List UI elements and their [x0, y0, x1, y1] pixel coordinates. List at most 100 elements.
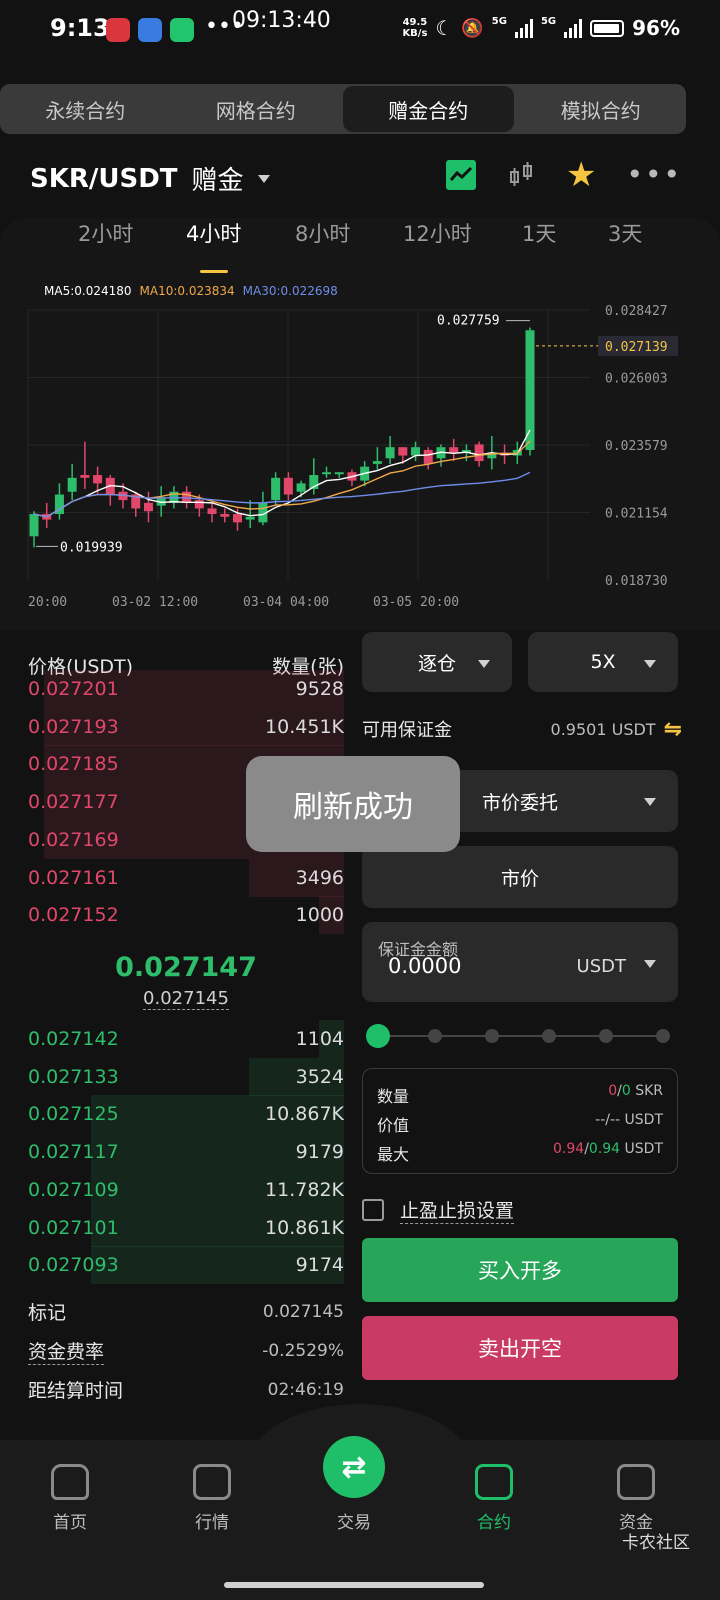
status-clock: 09:13:40 — [232, 8, 331, 33]
price-mode-field[interactable]: 市价 — [362, 846, 678, 908]
ask-row[interactable]: 0.027201 9528 — [28, 670, 344, 708]
tab-perpetual[interactable]: 永续合约 — [0, 84, 171, 134]
signal-icon — [564, 18, 583, 38]
candle-body — [271, 477, 281, 501]
more-icon[interactable]: ••• — [626, 160, 682, 190]
candle-body — [449, 447, 459, 453]
mark-price: 0.027145 — [143, 988, 229, 1010]
bid-row[interactable]: 0.027125 10.867K — [28, 1095, 344, 1134]
y-tick-label: 0.027139 — [605, 340, 668, 355]
nav-contract[interactable]: 合约 — [454, 1464, 534, 1533]
margin-unit[interactable]: USDT — [577, 956, 626, 977]
slider-step[interactable] — [599, 1029, 613, 1043]
candle-body — [525, 330, 535, 450]
pair-tag: 赠金 — [191, 166, 244, 196]
candle-body — [80, 475, 90, 478]
candle-body — [207, 508, 217, 515]
star-icon[interactable]: ★ — [566, 158, 596, 192]
candle-body — [385, 447, 395, 459]
orderbook-price: 0.027125 — [28, 1103, 119, 1126]
y-tick-label: 0.021154 — [605, 507, 668, 522]
orderbook-qty: 1000 — [295, 904, 344, 927]
candle-body — [474, 444, 484, 462]
trade-swap-icon[interactable]: ⇄ — [323, 1436, 385, 1498]
signal-icon — [514, 18, 533, 38]
bid-row[interactable]: 0.027093 9174 — [28, 1246, 344, 1285]
sell-short-button[interactable]: 卖出开空 — [362, 1316, 678, 1380]
candle-body — [245, 516, 255, 520]
candlestick-chart[interactable]: 0.028427 0.027139 0.026003 0.023579 0.021154… — [0, 218, 720, 630]
margin-amount-value[interactable]: 0.0000 — [388, 954, 461, 978]
bid-row[interactable]: 0.027101 10.861K — [28, 1208, 344, 1247]
candle-body — [322, 472, 332, 475]
candlestick-icon[interactable] — [506, 160, 536, 190]
app-notification-icon — [106, 18, 130, 42]
network-label: 5G — [540, 15, 557, 27]
candle-body — [283, 477, 293, 495]
slider-step[interactable] — [656, 1029, 670, 1043]
candle-body — [411, 447, 421, 456]
orderbook-price: 0.027101 — [28, 1216, 119, 1239]
bid-row[interactable]: 0.027109 11.782K — [28, 1170, 344, 1209]
ask-row[interactable]: 0.027193 10.451K — [28, 707, 344, 746]
orderbook-price: 0.027177 — [28, 791, 119, 814]
ma5-line — [33, 429, 531, 518]
tpsl-checkbox[interactable] — [362, 1199, 384, 1221]
margin-mode-select[interactable]: 逐仓 — [362, 632, 512, 692]
pair-selector[interactable]: SKR/USDT 赠金 — [30, 160, 270, 197]
nav-assets[interactable]: 资金 — [596, 1464, 676, 1533]
ask-row[interactable]: 0.027152 1000 — [28, 896, 344, 935]
order-stats: 数量 0/0 SKR 价值 --/-- USDT 最大 0.94/0.94 US… — [362, 1068, 678, 1174]
network-speed: 49.5 KB/s — [402, 17, 428, 39]
leverage-select[interactable]: 5X — [528, 632, 678, 692]
notification-icons — [106, 18, 194, 42]
transfer-icon[interactable]: ⇋ — [664, 717, 682, 742]
battery-icon — [590, 19, 625, 37]
orderbook-qty: 9174 — [295, 1254, 344, 1277]
y-tick-label: 0.018730 — [605, 574, 668, 589]
margin-amount-field[interactable]: 保证金金额 0.0000 USDT — [362, 922, 678, 1002]
available-margin: 可用保证金 0.9501 USDT ⇋ — [362, 716, 682, 742]
tpsl-toggle[interactable]: 止盈止损设置 — [362, 1196, 515, 1224]
info-funding-rate[interactable]: 资金费率 -0.2529% — [28, 1337, 344, 1365]
info-mark-label: 标记 — [28, 1302, 67, 1324]
buy-long-button[interactable]: 买入开多 — [362, 1238, 678, 1302]
orderbook-price: 0.027109 — [28, 1178, 119, 1201]
orderbook-qty: 10.451K — [265, 715, 344, 738]
bid-row[interactable]: 0.027142 1104 — [28, 1020, 344, 1058]
chevron-down-icon — [478, 660, 490, 668]
orderbook-qty: 9179 — [295, 1141, 344, 1164]
tab-grid[interactable]: 网格合约 — [171, 84, 342, 134]
slider-thumb[interactable] — [366, 1024, 390, 1048]
slider-step[interactable] — [542, 1029, 556, 1043]
tab-simulated[interactable]: 模拟合约 — [516, 84, 687, 134]
tab-bonus[interactable]: 赠金合约 — [343, 86, 514, 132]
wallet-icon — [617, 1464, 655, 1500]
nav-trade-label[interactable]: 交易 — [314, 1508, 394, 1533]
chart-toggle-icon[interactable] — [445, 160, 476, 190]
battery-percent: 96% — [632, 16, 680, 40]
nav-home[interactable]: 首页 — [30, 1464, 110, 1533]
slider-step[interactable] — [485, 1029, 499, 1043]
stat-value: 价值 --/-- USDT — [377, 1112, 663, 1135]
available-margin-label: 可用保证金 — [362, 720, 452, 741]
ask-row[interactable]: 0.027161 3496 — [28, 858, 344, 897]
bid-row[interactable]: 0.027117 9179 — [28, 1133, 344, 1172]
contract-icon — [475, 1464, 513, 1500]
low-price-label: 0.019939 — [60, 540, 123, 555]
candle-body — [334, 472, 344, 475]
home-indicator[interactable] — [224, 1582, 484, 1588]
nav-market[interactable]: 行情 — [172, 1464, 252, 1533]
x-tick-label: 03-04 04:00 — [243, 595, 329, 610]
x-tick-label: 20:00 — [28, 595, 67, 610]
bid-row[interactable]: 0.027133 3524 — [28, 1057, 344, 1096]
market-icon — [193, 1464, 231, 1500]
chevron-down-icon[interactable] — [644, 960, 656, 968]
info-mark: 标记 0.027145 — [28, 1298, 344, 1325]
info-settlement: 距结算时间 02:46:19 — [28, 1376, 344, 1403]
amount-slider[interactable] — [366, 1024, 670, 1048]
refresh-toast: 刷新成功 — [246, 756, 460, 852]
network-label: 5G — [491, 15, 507, 27]
slider-step[interactable] — [428, 1029, 442, 1043]
app-notification-icon — [138, 18, 162, 42]
